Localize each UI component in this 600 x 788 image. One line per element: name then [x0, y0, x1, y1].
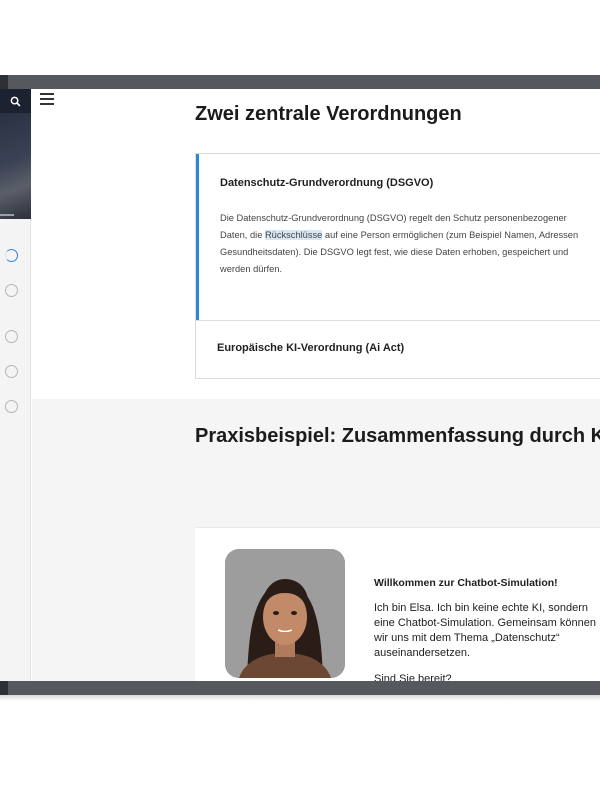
accordion-item-ai-act[interactable]: Europäische KI-Verordnung (Ai Act) — [217, 342, 404, 354]
avatar-portrait — [225, 549, 345, 678]
body-line: Daten, die Rückschlüsse auf eine Person … — [220, 230, 579, 240]
accordion-body: Die Datenschutz-Grundverordnung (DSGVO) … — [220, 210, 600, 278]
sidebar — [0, 89, 31, 681]
lesson-progress-3[interactable] — [5, 330, 18, 343]
avatar — [225, 549, 345, 678]
practice-section-title: Praxisbeispiel: Zusammenfassung durch KI — [195, 425, 600, 447]
chatbot-card: Willkommen zur Chatbot-Simulation! Ich b… — [195, 527, 600, 681]
accordion-item-dsgvo[interactable]: Datenschutz-Grundverordnung (DSGVO) Die … — [196, 154, 600, 320]
search-button[interactable] — [0, 89, 31, 113]
body-line: werden dürfen. — [220, 264, 283, 274]
chat-heading: Willkommen zur Chatbot-Simulation! — [374, 577, 558, 589]
course-cover-image — [0, 113, 31, 219]
section-title: Zwei zentrale Verordnungen — [195, 103, 462, 125]
lesson-progress-5[interactable] — [5, 400, 18, 413]
device-frame-top — [0, 75, 600, 89]
search-icon — [10, 96, 21, 106]
divider — [196, 320, 600, 321]
chat-question: Sind Sie bereit? — [374, 673, 452, 681]
screen: Zwei zentrale Verordnungen Datenschutz-G… — [0, 89, 600, 681]
main-content: Zwei zentrale Verordnungen Datenschutz-G… — [32, 89, 600, 681]
cover-divider — [0, 214, 14, 216]
device-frame-bottom — [0, 681, 600, 695]
accordion: Datenschutz-Grundverordnung (DSGVO) Die … — [195, 153, 600, 379]
lesson-progress-2[interactable] — [5, 284, 18, 297]
chat-line: wir uns mit dem Thema „Datenschutz“ — [374, 632, 560, 644]
text-selection: Rückschlüsse — [264, 230, 323, 240]
chat-message: Ich bin Elsa. Ich bin keine echte KI, so… — [374, 601, 596, 661]
body-line: Die Datenschutz-Grundverordnung (DSGVO) … — [220, 213, 567, 223]
chat-line: auseinandersetzen. — [374, 647, 471, 659]
chat-line: Ich bin Elsa. Ich bin keine echte KI, so… — [374, 602, 589, 614]
accordion-title[interactable]: Datenschutz-Grundverordnung (DSGVO) — [220, 177, 433, 189]
body-line: Gesundheitsdaten). Die DSGVO legt fest, … — [220, 247, 569, 257]
device-shadow — [0, 695, 600, 701]
lesson-progress-1[interactable] — [5, 249, 18, 262]
lesson-progress-4[interactable] — [5, 365, 18, 378]
chat-line: eine Chatbot-Simulation. Gemeinsam könne… — [374, 617, 596, 629]
